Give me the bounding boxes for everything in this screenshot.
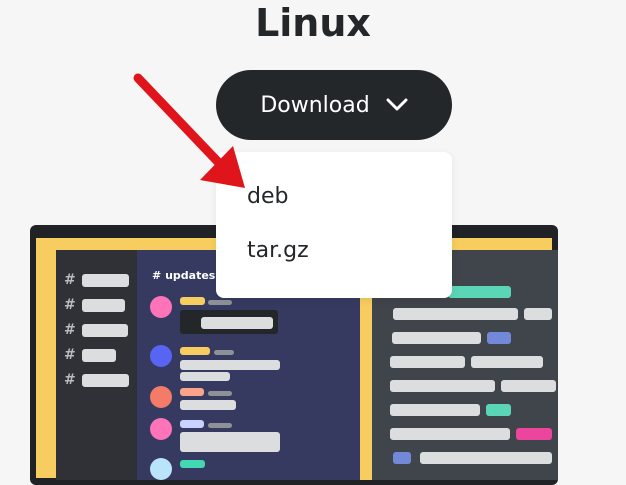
avatar <box>150 386 172 408</box>
placeholder-bar <box>201 317 273 329</box>
avatar <box>150 345 172 367</box>
placeholder-bar <box>180 372 230 381</box>
placeholder-bar <box>180 400 236 410</box>
channel-hash-icon: # <box>64 347 76 363</box>
accent-bar <box>448 286 511 298</box>
placeholder-bar <box>390 428 510 440</box>
channel-hash-icon: # <box>64 272 76 288</box>
placeholder-bar <box>420 452 552 464</box>
placeholder-bar <box>392 332 481 344</box>
timestamp-bar <box>208 391 232 396</box>
accent-bar <box>393 452 411 464</box>
channel-hash-icon: # <box>152 269 162 282</box>
timestamp-bar <box>214 350 234 355</box>
accent-bar <box>516 428 552 440</box>
placeholder-bar <box>180 360 280 370</box>
channel-hash-icon: # <box>64 372 76 388</box>
placeholder-bar <box>82 274 129 287</box>
channel-name: updates <box>165 269 216 282</box>
placeholder-bar <box>390 380 495 392</box>
username-bar <box>180 297 205 305</box>
timestamp-bar <box>208 300 232 305</box>
username-bar <box>180 420 204 428</box>
download-options-menu: deb tar.gz <box>216 152 452 298</box>
download-label: Download <box>260 92 370 118</box>
placeholder-bar <box>524 308 552 320</box>
channel-hash-icon: # <box>64 322 76 338</box>
timestamp-bar <box>208 423 232 428</box>
avatar <box>150 458 172 480</box>
avatar <box>150 418 172 440</box>
placeholder-bar <box>82 374 129 387</box>
channel-hash-icon: # <box>64 297 76 313</box>
accent-bar <box>486 404 511 416</box>
placeholder-bar <box>180 432 280 452</box>
placeholder-bar <box>393 308 518 320</box>
placeholder-bar <box>82 299 125 312</box>
red-pointer-arrow <box>133 73 245 188</box>
page-title: Linux <box>255 1 371 45</box>
placeholder-bar <box>501 380 556 392</box>
avatar <box>150 296 172 318</box>
placeholder-bar <box>82 324 128 337</box>
placeholder-bar <box>82 349 116 362</box>
placeholder-bar <box>390 356 465 368</box>
option-tar-gz[interactable]: tar.gz <box>247 238 309 263</box>
placeholder-bar <box>471 356 543 368</box>
username-bar <box>180 347 210 355</box>
download-button[interactable]: Download <box>216 70 452 140</box>
placeholder-bar <box>390 404 480 416</box>
accent-bar <box>487 332 511 344</box>
chevron-down-icon <box>386 98 408 111</box>
option-deb[interactable]: deb <box>247 184 288 209</box>
username-bar <box>180 460 205 468</box>
channel-header: # updates <box>152 269 215 282</box>
username-bar <box>180 388 204 396</box>
